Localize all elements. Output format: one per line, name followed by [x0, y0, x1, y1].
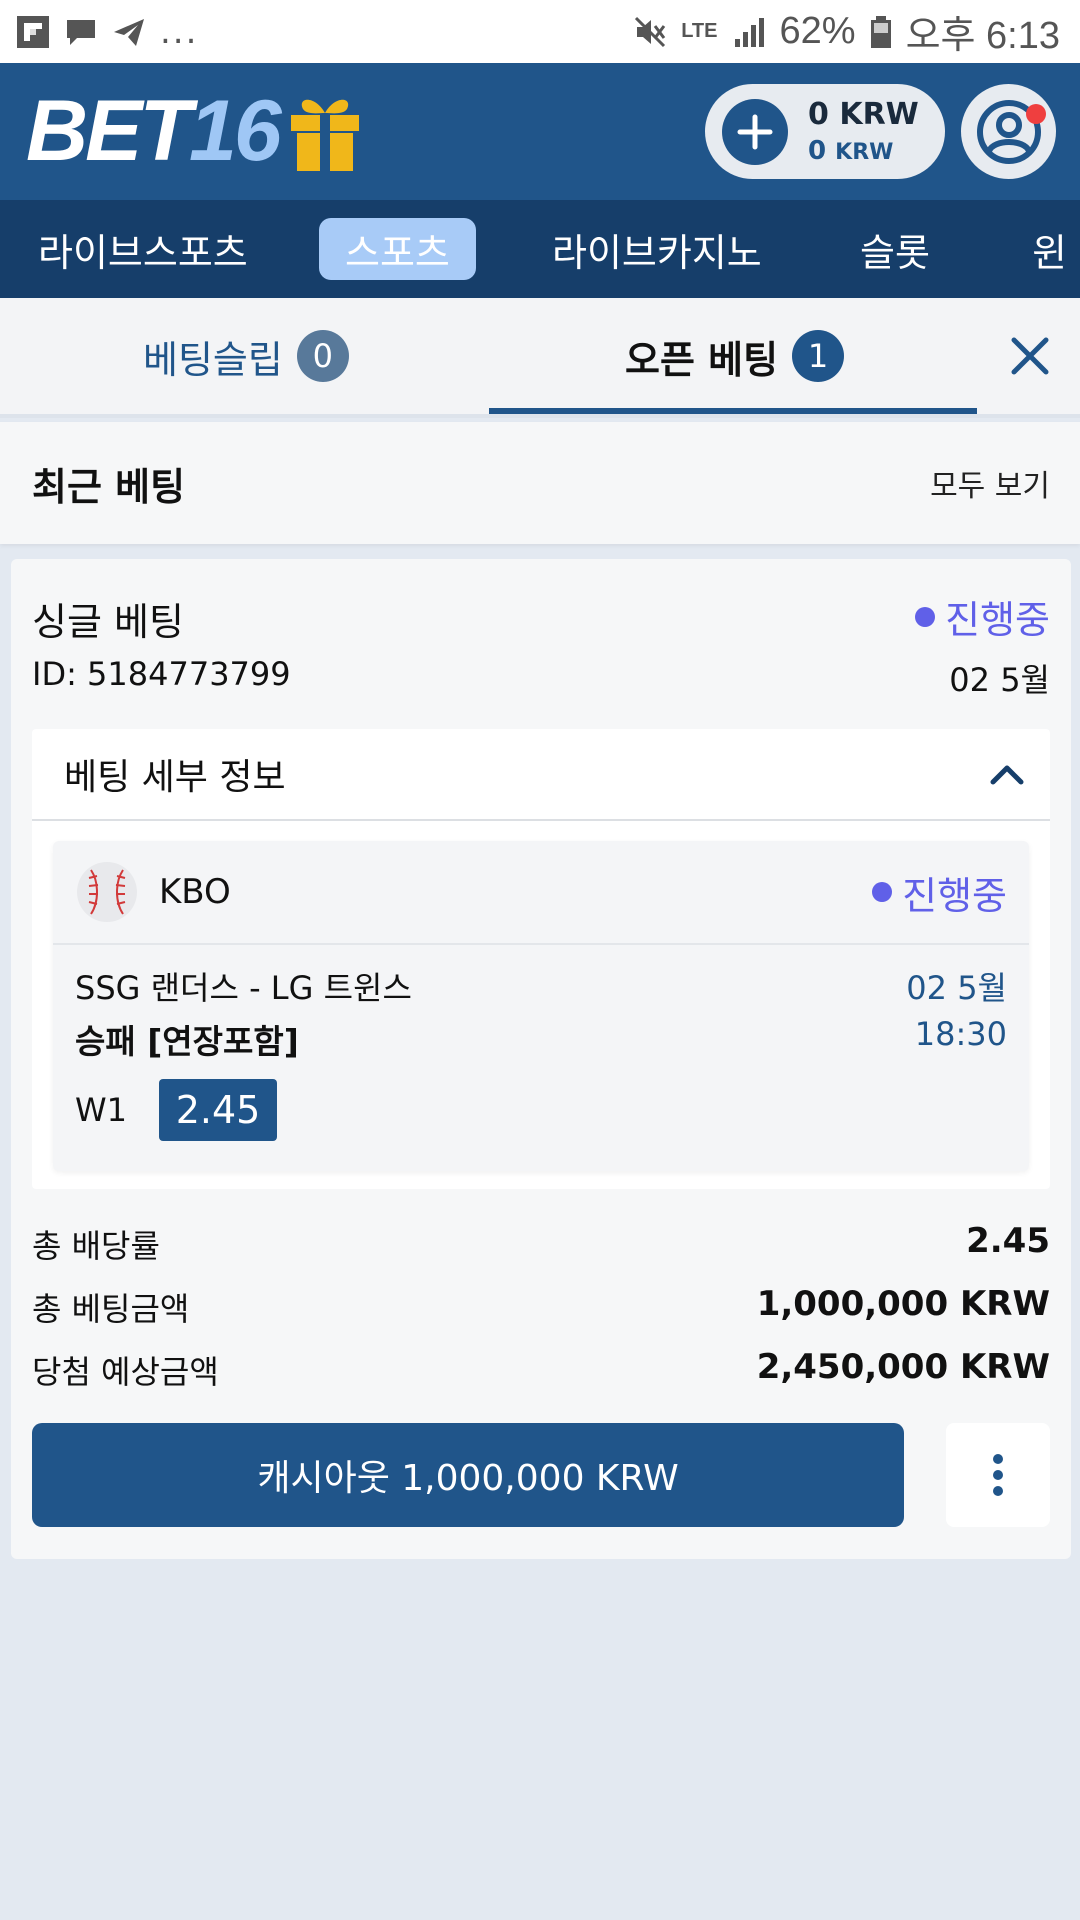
- market-name: 승패 [연장포함]: [75, 1022, 299, 1061]
- bet-details-title: 베팅 세부 정보: [64, 757, 286, 798]
- deposit-button[interactable]: [722, 98, 788, 165]
- nav-sports[interactable]: 스포츠: [319, 218, 476, 280]
- telegram-icon: [114, 18, 144, 46]
- mute-icon: [635, 16, 666, 47]
- bet-details-header[interactable]: 베팅 세부 정보: [32, 729, 1050, 821]
- event-status: 진행중: [872, 865, 1007, 920]
- main-balance: 0 KRW: [808, 96, 919, 132]
- more-vertical-icon: [993, 1454, 1003, 1496]
- cashout-button[interactable]: 캐시아웃 1,000,000 KRW: [32, 1423, 904, 1527]
- betslip-count-badge: 0: [296, 330, 349, 382]
- summary-value: 2,450,000 KRW: [756, 1347, 1050, 1387]
- event-card: KBO 진행중 SSG 랜더스 - LG 트윈스 승패 [연장포함] 02 5월…: [53, 841, 1029, 1171]
- nav-slots[interactable]: 슬롯: [834, 218, 956, 280]
- tab-betslip[interactable]: 베팅슬립 0: [143, 298, 349, 414]
- league: KBO: [75, 860, 231, 924]
- more-options-button[interactable]: [946, 1423, 1050, 1527]
- selection: W1 2.45: [75, 1079, 277, 1141]
- logo[interactable]: BET16: [26, 82, 363, 181]
- odds-chip: 2.45: [159, 1079, 277, 1141]
- bonus-balance: 0 KRW: [808, 135, 894, 166]
- status-dot: [872, 882, 893, 902]
- main-nav: 라이브스포츠 스포츠 라이브카지노 슬롯 윈: [0, 200, 1080, 298]
- recent-bets-header: 최근 베팅 모두 보기: [0, 422, 1080, 544]
- more-notifications: ...: [160, 11, 199, 52]
- gift-icon: [290, 99, 359, 171]
- status-bar: ... LTE 62% 오후 6:13: [0, 0, 1080, 63]
- close-icon[interactable]: [1008, 334, 1052, 378]
- app-header: BET16 0 KRW 0 KRW: [0, 63, 1080, 200]
- balance-pill[interactable]: 0 KRW 0 KRW: [705, 84, 945, 179]
- tab-open-bets-label: 오픈 베팅: [625, 337, 779, 382]
- event-status-label: 진행중: [902, 873, 1007, 918]
- summary-label: 총 배당률: [32, 1227, 160, 1265]
- battery-icon: [870, 15, 891, 48]
- bet-id: ID: 5184773799: [32, 655, 291, 693]
- active-tab-indicator: [489, 408, 977, 414]
- see-all-link[interactable]: 모두 보기: [930, 461, 1050, 505]
- bet-status-label: 진행중: [945, 598, 1050, 642]
- event-date: 02 5월: [906, 969, 1007, 1007]
- signal-icon: [734, 17, 764, 47]
- tab-betslip-label: 베팅슬립: [143, 337, 283, 382]
- summary-total-stake: 총 베팅금액 1,000,000 KRW: [32, 1284, 1050, 1330]
- message-icon: [67, 19, 95, 45]
- profile-button[interactable]: [961, 84, 1056, 179]
- network-type: LTE: [681, 20, 718, 42]
- event-header: KBO 진행중: [53, 841, 1029, 945]
- match-name: SSG 랜더스 - LG 트윈스: [75, 969, 412, 1007]
- bet-status: 진행중: [915, 589, 1050, 644]
- selection-label: W1: [75, 1091, 127, 1129]
- nav-live-casino[interactable]: 라이브카지노: [526, 218, 788, 280]
- baseball-icon: [77, 862, 137, 922]
- flipboard-icon: [17, 15, 49, 48]
- recent-bets-title: 최근 베팅: [32, 464, 186, 509]
- league-name: KBO: [159, 872, 231, 912]
- bet-card: 싱글 베팅 진행중 ID: 5184773799 02 5월 베팅 세부 정보: [11, 559, 1071, 1559]
- summary-label: 당첨 예상금액: [32, 1353, 219, 1391]
- balance-text: 0 KRW 0 KRW: [808, 98, 919, 166]
- nav-more[interactable]: 윈: [1006, 218, 1080, 280]
- betslip-tabs: 베팅슬립 0 오픈 베팅 1: [0, 298, 1080, 418]
- tab-open-bets[interactable]: 오픈 베팅 1: [625, 298, 845, 414]
- logo-text: BET16: [26, 83, 282, 179]
- status-dot: [915, 606, 936, 627]
- battery-percent: 62%: [779, 10, 856, 52]
- bet-date: 02 5월: [949, 661, 1050, 699]
- nav-live-sports[interactable]: 라이브스포츠: [12, 218, 274, 280]
- open-bets-count-badge: 1: [792, 330, 845, 382]
- chevron-up-icon[interactable]: [990, 763, 1024, 785]
- status-bar-right: LTE 62% 오후 6:13: [633, 4, 1060, 59]
- bet-type: 싱글 베팅: [32, 600, 184, 644]
- summary-total-odds: 총 배당률 2.45: [32, 1221, 1050, 1267]
- bet-details-panel: 베팅 세부 정보 KBO 진행중 SSG 랜더스 - LG 트윈스 승패 [연장…: [32, 729, 1050, 1189]
- summary-value: 1,000,000 KRW: [756, 1284, 1050, 1324]
- summary-potential-win: 당첨 예상금액 2,450,000 KRW: [32, 1347, 1050, 1393]
- status-bar-left: ...: [16, 12, 198, 52]
- event-time: 18:30: [914, 1015, 1007, 1053]
- notification-dot: [1026, 104, 1046, 124]
- plus-icon: [737, 114, 773, 149]
- summary-label: 총 베팅금액: [32, 1290, 190, 1328]
- summary-value: 2.45: [966, 1221, 1050, 1261]
- clock: 오후 6:13: [905, 15, 1060, 57]
